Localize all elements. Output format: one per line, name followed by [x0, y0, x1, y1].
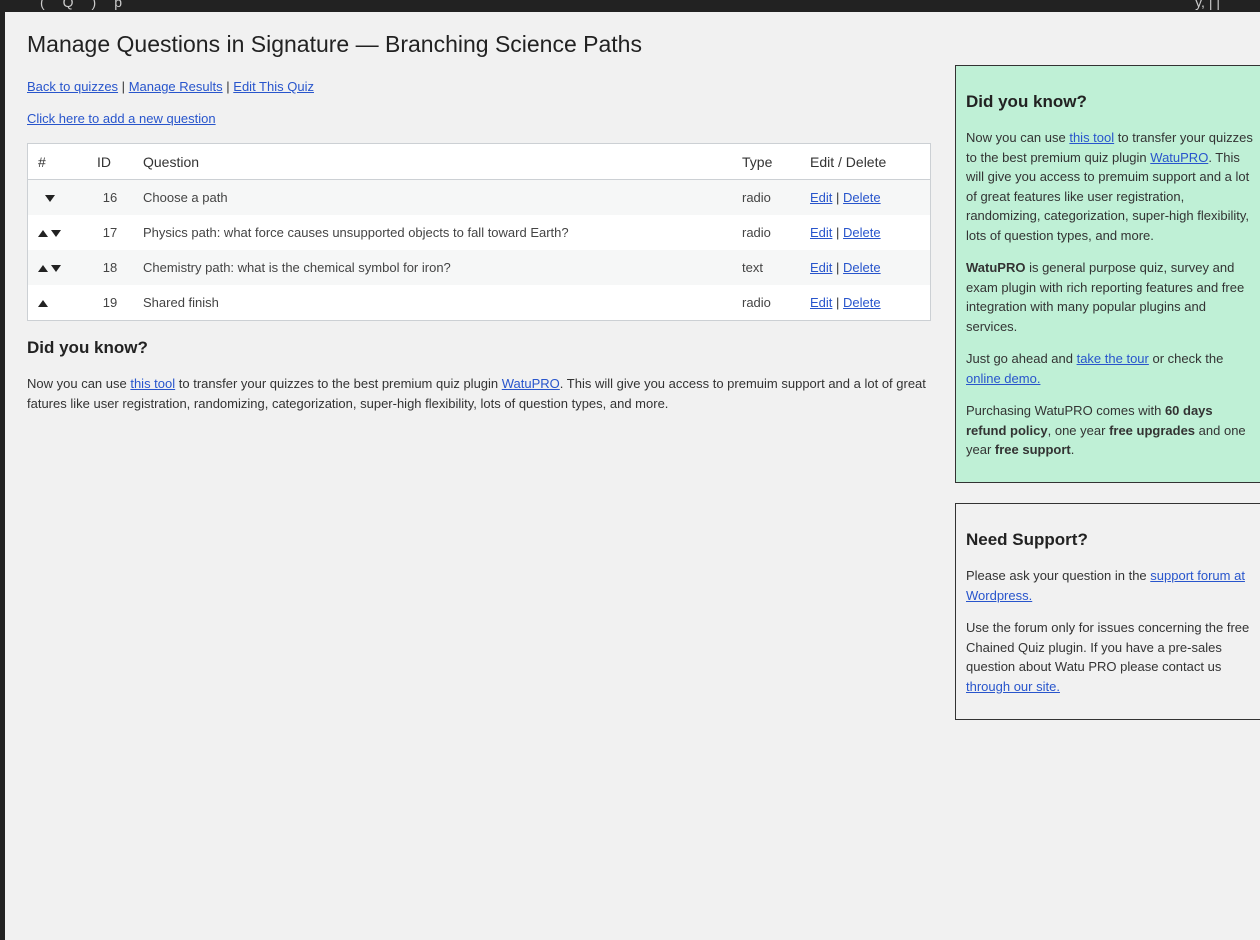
dyk-text-part: Now you can use — [27, 376, 131, 391]
action-separator: | — [836, 295, 840, 310]
action-separator: | — [836, 260, 840, 275]
move-up-icon[interactable] — [38, 265, 48, 273]
back-to-quizzes-link[interactable]: Back to quizzes — [27, 79, 118, 94]
sidebar-support-box: Need Support? Please ask your question i… — [955, 503, 1260, 720]
this-tool-link[interactable]: this tool — [130, 376, 175, 391]
dyk-text-part: to transfer your quizzes to the best pre… — [175, 376, 502, 391]
dyk-text-part: . — [1070, 442, 1075, 457]
questions-table: # ID Question Type Edit / Delete 16 Choo… — [27, 143, 931, 321]
question-id: 17 — [87, 215, 133, 250]
question-text: Chemistry path: what is the chemical sym… — [133, 250, 732, 285]
edit-question-link[interactable]: Edit — [810, 260, 832, 275]
table-row: 18 Chemistry path: what is the chemical … — [27, 250, 931, 285]
reorder-cell — [27, 250, 87, 285]
edit-delete-cell: Edit | Delete — [800, 250, 931, 285]
free-support-bold: free support — [994, 442, 1071, 457]
header-edit-delete: Edit / Delete — [800, 143, 931, 180]
dyk-text-part: Now you can use — [966, 130, 1070, 145]
dyk-text-part: , one year — [1047, 422, 1110, 438]
support-heading: Need Support? — [966, 530, 1088, 549]
question-text: Choose a path — [133, 179, 732, 215]
watupro-bold: WatuPRO — [966, 260, 1026, 275]
question-id: 18 — [87, 250, 133, 285]
table-row: 19 Shared finish radio Edit | Delete — [27, 285, 931, 321]
this-tool-link[interactable]: this tool — [1069, 130, 1114, 145]
question-type: radio — [732, 179, 800, 215]
support-text-part: Please ask your question in the — [966, 568, 1151, 583]
dyk-text-part: or check the — [1148, 351, 1224, 366]
support-paragraph: Please ask your question in the support … — [966, 566, 1254, 605]
delete-question-link[interactable]: Delete — [843, 225, 881, 240]
question-text: Physics path: what force causes unsuppor… — [133, 215, 732, 250]
move-down-icon[interactable] — [45, 195, 55, 203]
online-demo-link[interactable]: online demo. — [966, 371, 1040, 386]
table-row: 17 Physics path: what force causes unsup… — [27, 215, 931, 250]
question-type: text — [732, 250, 800, 285]
header-id: ID — [87, 143, 133, 180]
dyk-text-part: Just go ahead and — [966, 351, 1077, 366]
free-upgrades-bold: free upgrades — [1109, 422, 1196, 438]
nav-separator: | — [121, 79, 126, 94]
sidebar-dyk-heading: Did you know? — [966, 92, 1087, 111]
support-text-part: Use the forum only for issues concerning… — [966, 620, 1250, 674]
delete-question-link[interactable]: Delete — [843, 260, 881, 275]
take-the-tour-link[interactable]: take the tour — [1077, 351, 1149, 366]
sidebar-dyk-paragraph: Just go ahead and take the tour or check… — [966, 349, 1254, 388]
edit-quiz-link[interactable]: Edit This Quiz — [233, 79, 314, 94]
header-question: Question — [133, 143, 732, 180]
question-id: 16 — [87, 179, 133, 215]
reorder-cell — [27, 179, 87, 215]
add-question-container: Click here to add a new question — [27, 111, 216, 126]
move-down-icon[interactable] — [51, 230, 61, 238]
move-up-icon[interactable] — [38, 230, 48, 238]
did-you-know-heading: Did you know? — [27, 338, 148, 357]
delete-question-link[interactable]: Delete — [843, 190, 881, 205]
header-type: Type — [732, 143, 800, 180]
watupro-link[interactable]: WatuPRO — [502, 376, 560, 391]
delete-question-link[interactable]: Delete — [843, 295, 881, 310]
edit-question-link[interactable]: Edit — [810, 190, 832, 205]
move-up-icon[interactable] — [38, 300, 48, 308]
add-question-link[interactable]: Click here to add a new question — [27, 111, 216, 126]
quiz-nav-links: Back to quizzes | Manage Results | Edit … — [27, 79, 314, 94]
admin-sidebar-edge — [0, 12, 5, 940]
page-title: Manage Questions in Signature — Branchin… — [27, 31, 642, 57]
move-down-icon[interactable] — [51, 265, 61, 273]
question-id: 19 — [87, 285, 133, 321]
admin-bar-user: y, | | — [1195, 0, 1220, 10]
watupro-link[interactable]: WatuPRO — [1150, 150, 1208, 165]
reorder-cell — [27, 215, 87, 250]
dyk-text-part: Purchasing WatuPRO comes with — [966, 403, 1165, 418]
question-text: Shared finish — [133, 285, 732, 321]
nav-separator: | — [226, 79, 230, 94]
sidebar-did-you-know-box: Did you know? Now you can use this tool … — [955, 65, 1260, 483]
sidebar-dyk-paragraph: Purchasing WatuPRO comes with 60 days re… — [966, 401, 1254, 460]
through-our-site-link[interactable]: through our site. — [966, 679, 1060, 694]
action-separator: | — [836, 225, 840, 240]
question-type: radio — [732, 285, 800, 321]
manage-results-link[interactable]: Manage Results — [129, 79, 223, 94]
header-num: # — [27, 143, 87, 180]
edit-question-link[interactable]: Edit — [810, 225, 832, 240]
edit-delete-cell: Edit | Delete — [800, 179, 931, 215]
table-row: 16 Choose a path radio Edit | Delete — [27, 179, 931, 215]
did-you-know-text: Now you can use this tool to transfer yo… — [27, 374, 937, 414]
admin-top-bar: (Q)p y, | | — [0, 0, 1260, 12]
sidebar-dyk-paragraph: WatuPRO is general purpose quiz, survey … — [966, 258, 1254, 336]
edit-delete-cell: Edit | Delete — [800, 215, 931, 250]
table-header-row: # ID Question Type Edit / Delete — [27, 143, 931, 180]
edit-delete-cell: Edit | Delete — [800, 285, 931, 321]
edit-question-link[interactable]: Edit — [810, 295, 832, 310]
question-type: radio — [732, 215, 800, 250]
admin-bar-icons: (Q)p — [40, 0, 140, 10]
support-paragraph: Use the forum only for issues concerning… — [966, 618, 1254, 696]
reorder-cell — [27, 285, 87, 321]
sidebar-dyk-paragraph: Now you can use this tool to transfer yo… — [966, 128, 1254, 245]
action-separator: | — [836, 190, 840, 205]
